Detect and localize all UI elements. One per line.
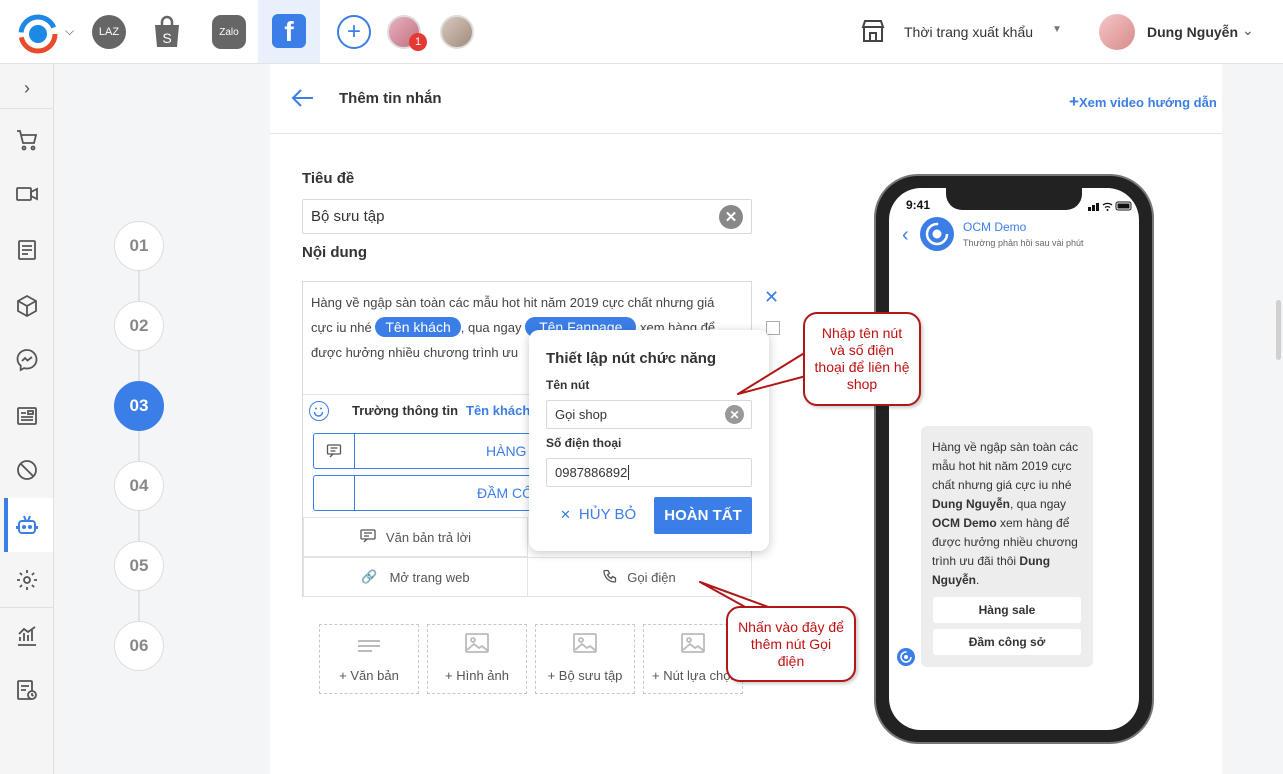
callout-pointers — [699, 351, 807, 609]
callout-enter-button-info: Nhập tên nút và số điện thoại để liên hệ… — [803, 312, 921, 406]
scrollbar[interactable] — [1276, 300, 1281, 360]
callout-add-call-button: Nhấn vào đây để thêm nút Gọi điện — [726, 606, 856, 682]
